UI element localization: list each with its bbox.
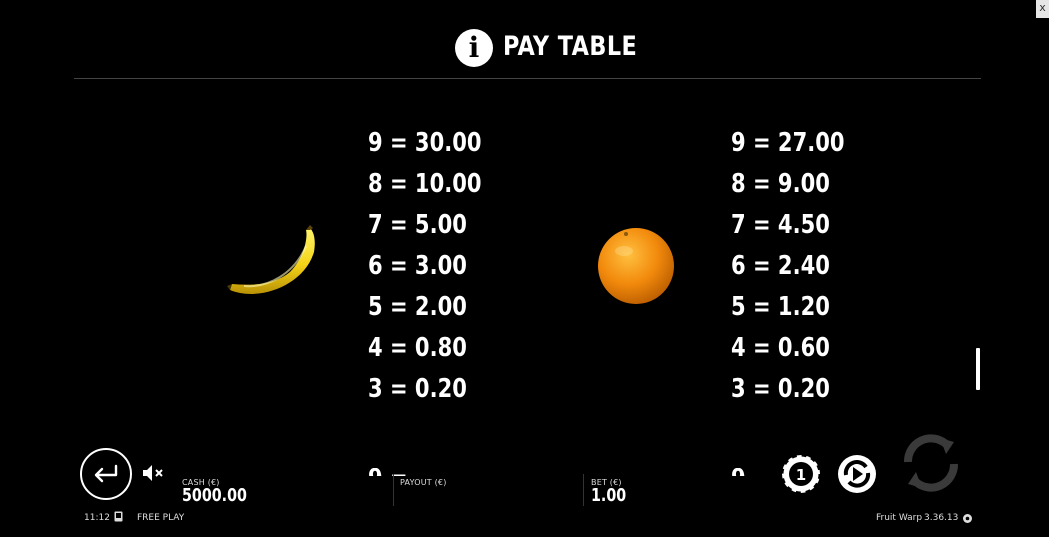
paytable-left-values: 9 = 30.00 8 = 10.00 7 = 5.00 6 = 3.00 5 … <box>368 126 528 413</box>
paytable-next-row-right: 9 <box>731 468 745 476</box>
bet-value: 1.00 <box>591 485 627 506</box>
scrollbar-thumb[interactable] <box>976 348 980 390</box>
orange-icon <box>598 228 674 304</box>
pay-row: 3 = 0.20 <box>368 374 467 404</box>
pay-row: 4 = 0.60 <box>731 333 830 363</box>
paytable-right-values: 9 = 27.00 8 = 9.00 7 = 4.50 6 = 2.40 5 =… <box>731 126 891 413</box>
game-version: 3.36.13 <box>924 513 959 523</box>
bottom-separator <box>393 474 394 506</box>
page-title: PAY TABLE <box>503 31 638 62</box>
pay-row: 3 = 0.20 <box>731 374 830 404</box>
game-name: Fruit Warp <box>876 513 923 523</box>
header-divider <box>74 78 981 79</box>
close-button[interactable]: x <box>1036 0 1049 18</box>
pay-row: 6 = 3.00 <box>368 251 467 281</box>
return-arrow-icon <box>94 464 118 483</box>
bet-chip-button[interactable]: 1 <box>780 453 822 495</box>
banana-icon <box>227 225 315 294</box>
clock-time: 11:12 <box>84 513 110 523</box>
pay-row: 9 = 27.00 <box>731 128 845 158</box>
pay-row: 9 = 30.00 <box>368 128 482 158</box>
settings-icon[interactable] <box>962 513 973 524</box>
pay-row: 8 = 10.00 <box>368 169 482 199</box>
info-icon: i <box>455 29 493 67</box>
paytable-next-row-left: 9 = 24.00 <box>368 468 468 476</box>
autoplay-button[interactable] <box>836 453 878 495</box>
bottom-separator <box>583 474 584 506</box>
pay-row: 5 = 1.20 <box>731 292 830 322</box>
payout-label: PAYOUT (€) <box>400 478 447 487</box>
pay-row: 7 = 5.00 <box>368 210 467 240</box>
play-mode: FREE PLAY <box>137 513 185 523</box>
pay-row: 7 = 4.50 <box>731 210 830 240</box>
sound-muted-icon[interactable] <box>140 462 166 484</box>
spin-button[interactable] <box>900 432 962 494</box>
pay-row: 5 = 2.00 <box>368 292 467 322</box>
cash-value: 5000.00 <box>182 485 247 506</box>
pay-row: 6 = 2.40 <box>731 251 830 281</box>
pay-row: 8 = 9.00 <box>731 169 830 199</box>
pay-row: 4 = 0.80 <box>368 333 467 363</box>
back-button[interactable] <box>80 448 132 500</box>
mobile-icon <box>114 511 123 522</box>
svg-text:1: 1 <box>796 466 806 484</box>
